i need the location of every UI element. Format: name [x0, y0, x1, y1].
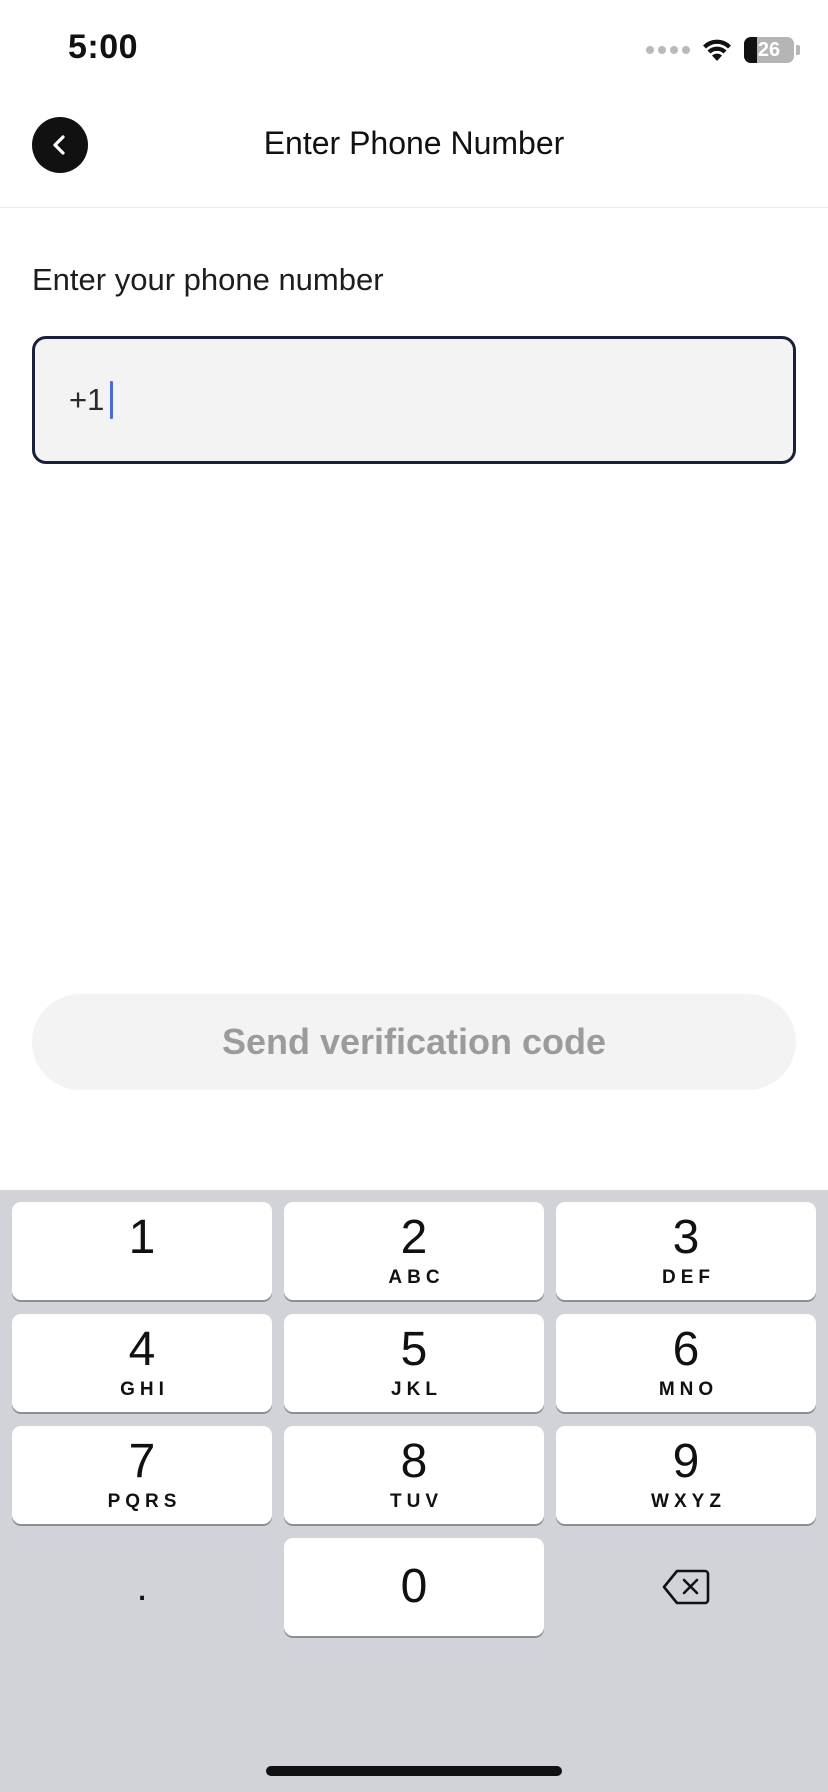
key-5[interactable]: 5 JKL [284, 1314, 544, 1412]
key-digit: 7 [128, 1435, 156, 1488]
key-digit: 4 [128, 1323, 156, 1376]
backspace-icon [662, 1569, 710, 1605]
key-digit: 6 [672, 1323, 700, 1376]
status-time: 5:00 [68, 28, 139, 66]
key-letters: PQRS [107, 1491, 182, 1512]
key-digit: 8 [400, 1435, 428, 1488]
key-digit: 2 [400, 1211, 428, 1264]
status-bar: 5:00 26 [0, 0, 828, 100]
key-2[interactable]: 2 ABC [284, 1202, 544, 1300]
key-letters [140, 1267, 145, 1289]
wifi-icon [703, 39, 731, 61]
key-6[interactable]: 6 MNO [556, 1314, 816, 1412]
phone-input-value: +1 [69, 382, 105, 417]
key-digit: 3 [672, 1211, 700, 1264]
battery-icon: 26 [744, 37, 794, 63]
key-letters: JKL [391, 1379, 442, 1400]
home-indicator [266, 1766, 562, 1776]
send-verification-code-button[interactable]: Send verification code [32, 994, 796, 1090]
nav-bar: Enter Phone Number [0, 100, 828, 208]
key-7[interactable]: 7 PQRS [12, 1426, 272, 1524]
key-digit: 9 [672, 1435, 700, 1488]
key-dot[interactable]: . [12, 1538, 272, 1636]
key-digit: 5 [400, 1323, 428, 1376]
key-letters: GHI [120, 1379, 169, 1400]
key-letters: ABC [388, 1267, 445, 1288]
key-letters: DEF [662, 1267, 715, 1288]
key-8[interactable]: 8 TUV [284, 1426, 544, 1524]
battery-nub [796, 45, 800, 55]
phone-prompt-label: Enter your phone number [32, 262, 384, 297]
key-letters: WXYZ [651, 1491, 726, 1512]
key-9[interactable]: 9 WXYZ [556, 1426, 816, 1524]
cellular-signal-icon [646, 46, 690, 54]
phone-number-input[interactable]: +1 [32, 336, 796, 464]
key-digit: 1 [128, 1211, 156, 1264]
key-letters: MNO [658, 1379, 719, 1400]
delete-key[interactable] [556, 1538, 816, 1636]
key-1[interactable]: 1 [12, 1202, 272, 1300]
key-digit: 0 [400, 1560, 428, 1613]
key-dot-label: . [136, 1565, 148, 1609]
text-caret [110, 381, 114, 419]
battery-level: 26 [757, 39, 781, 61]
key-3[interactable]: 3 DEF [556, 1202, 816, 1300]
status-icons: 26 [646, 34, 800, 66]
page-title: Enter Phone Number [263, 125, 565, 161]
key-letters: TUV [390, 1491, 443, 1512]
numeric-keypad: 1 2 ABC 3 DEF 4 GHI 5 JKL 6 MNO 7 PQRS 8… [0, 1190, 828, 1792]
key-4[interactable]: 4 GHI [12, 1314, 272, 1412]
key-0[interactable]: 0 [284, 1538, 544, 1636]
